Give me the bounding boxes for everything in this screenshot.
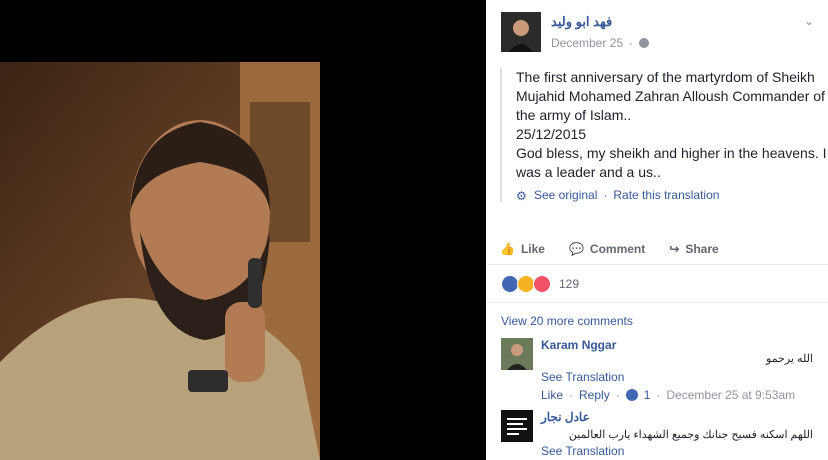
thumbs-up-icon: 👍 xyxy=(500,242,515,256)
chevron-down-icon[interactable]: ⌄ xyxy=(804,14,814,28)
comment: عادل نجار اللهم اسكنه فسيح جنانك وجميع ا… xyxy=(501,410,819,460)
divider xyxy=(486,264,828,265)
post-date-text[interactable]: December 25 xyxy=(551,36,623,50)
see-original-link[interactable]: See original xyxy=(534,188,597,202)
rate-translation-link[interactable]: Rate this translation xyxy=(613,188,719,202)
comment-reply-link[interactable]: Reply xyxy=(579,388,610,402)
gear-icon[interactable]: ⚙ xyxy=(516,189,528,203)
comment: Karam Nggar الله يرحمو See Translation L… xyxy=(501,338,819,406)
post-body: The first anniversary of the martyrdom o… xyxy=(500,68,828,203)
share-button[interactable]: ↪ Share xyxy=(669,242,718,256)
post-sidebar: فهد ابو وليد December 25 · ⌄ The first a… xyxy=(486,0,828,460)
like-button[interactable]: 👍 Like xyxy=(500,242,545,256)
comment-time[interactable]: December 25 at 9:53am xyxy=(666,388,795,402)
post-text: The first anniversary of the martyrdom o… xyxy=(516,69,827,180)
like-label: Like xyxy=(520,242,545,256)
post-date: December 25 · xyxy=(551,36,650,50)
view-more-comments[interactable]: View 20 more comments xyxy=(501,314,633,328)
photo-viewer xyxy=(0,0,486,460)
commenter-avatar[interactable] xyxy=(501,410,533,442)
comment-icon: 💬 xyxy=(568,242,584,256)
love-reaction-icon xyxy=(533,275,551,293)
see-translation-link[interactable]: See Translation xyxy=(541,370,624,384)
reactions-bar[interactable]: 129 xyxy=(501,275,579,293)
comment-label: Comment xyxy=(589,242,646,256)
post-photo[interactable] xyxy=(0,62,320,460)
commenter-name[interactable]: عادل نجار xyxy=(541,410,590,424)
share-label: Share xyxy=(685,242,719,256)
comment-like-count[interactable]: 1 xyxy=(644,388,651,402)
share-icon: ↪ xyxy=(669,242,680,256)
comment-text: اللهم اسكنه فسيح جنانك وجميع الشهداء يار… xyxy=(568,429,813,441)
divider xyxy=(486,302,828,303)
globe-icon xyxy=(639,38,650,48)
like-badge-icon xyxy=(625,389,638,401)
translation-links: ⚙ See original · Rate this translation xyxy=(516,188,720,203)
see-translation-link[interactable]: See Translation xyxy=(541,444,624,458)
commenter-name[interactable]: Karam Nggar xyxy=(541,338,616,352)
comment-meta: Like · Reply · 1 · December 25 at 9:53am xyxy=(541,388,796,402)
reaction-count[interactable]: 129 xyxy=(559,277,579,291)
comment-like-link[interactable]: Like xyxy=(541,388,563,402)
author-name[interactable]: فهد ابو وليد xyxy=(551,14,612,30)
post-actions: 👍 Like 💬 Comment ↪ Share xyxy=(500,236,814,262)
comment-text: الله يرحمو xyxy=(766,353,813,365)
author-avatar[interactable] xyxy=(501,12,541,52)
commenter-avatar[interactable] xyxy=(501,338,533,370)
comment-button[interactable]: 💬 Comment xyxy=(569,242,645,256)
